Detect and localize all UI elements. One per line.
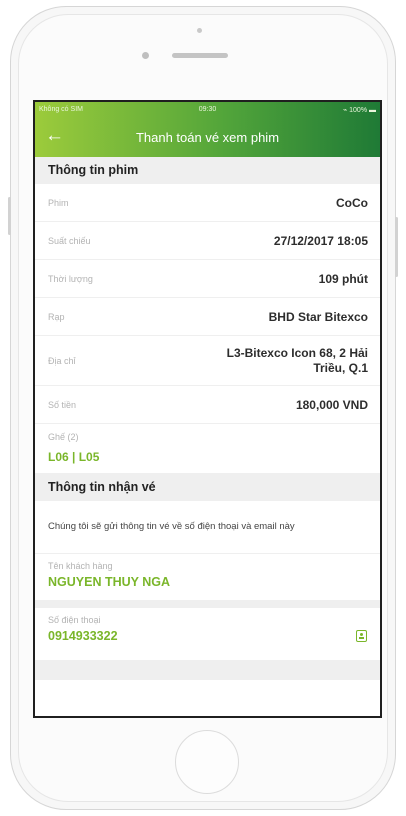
row-value: 109 phút	[318, 271, 368, 286]
customer-name-field[interactable]: Tên khách hàng NGUYEN THUY NGA	[35, 554, 380, 600]
top-bar: Không có SIM 09:30 ⌁ 100% ▬ ← Thanh toán…	[35, 102, 380, 157]
camera-icon	[197, 28, 202, 33]
row-movie: Phim CoCo	[35, 184, 380, 222]
row-value: BHD Star Bitexco	[268, 309, 368, 324]
status-time: 09:30	[198, 106, 217, 113]
row-label: Địa chỉ	[48, 355, 76, 366]
status-bar: Không có SIM 09:30 ⌁ 100% ▬	[35, 106, 380, 118]
bottom-spacer	[35, 660, 380, 680]
battery-text: ⌁ 100% ▬	[342, 107, 376, 114]
row-amount: Số tiền 180,000 VND	[35, 386, 380, 424]
battery-percent: 100%	[349, 107, 368, 114]
row-label: Suất chiếu	[48, 235, 91, 246]
row-value: L3-Bitexco Icon 68, 2 Hải Triều, Q.1	[227, 346, 368, 376]
customer-name-label: Tên khách hàng	[48, 561, 113, 571]
row-seats: Ghế (2) L06 | L05	[35, 424, 380, 474]
row-label: Thời lượng	[48, 273, 93, 284]
seats-value: L06 | L05	[48, 450, 100, 464]
phone-field[interactable]: Số điện thoại 0914933322	[35, 608, 380, 660]
row-address: Địa chỉ L3-Bitexco Icon 68, 2 Hải Triều,…	[35, 336, 380, 386]
side-button-right	[395, 217, 398, 277]
address-line-2: Triều, Q.1	[313, 360, 368, 375]
page-title: Thanh toán vé xem phim	[135, 130, 280, 145]
side-button-left	[8, 197, 11, 235]
row-label: Số tiền	[48, 399, 77, 410]
row-value: 27/12/2017 18:05	[273, 233, 368, 248]
row-label: Phim	[48, 197, 69, 208]
contact-book-icon[interactable]	[356, 630, 367, 642]
speaker-grille	[172, 53, 228, 58]
seats-label: Ghế (2)	[48, 432, 79, 442]
row-value: 180,000 VND	[295, 397, 368, 412]
divider	[35, 600, 380, 608]
row-cinema: Rạp BHD Star Bitexco	[35, 298, 380, 336]
row-duration: Thời lượng 109 phút	[35, 260, 380, 298]
row-showtime: Suất chiếu 27/12/2017 18:05	[35, 222, 380, 260]
address-line-1: L3-Bitexco Icon 68, 2 Hải	[226, 345, 368, 360]
movie-info-header: Thông tin phim	[35, 157, 380, 184]
row-value: CoCo	[336, 195, 368, 210]
home-button[interactable]	[175, 730, 239, 794]
ticket-receive-header: Thông tin nhận vé	[35, 474, 380, 501]
customer-name-value: NGUYEN THUY NGA	[48, 575, 171, 589]
phone-label: Số điện thoại	[48, 615, 101, 625]
app-screen: Không có SIM 09:30 ⌁ 100% ▬ ← Thanh toán…	[33, 100, 382, 718]
front-sensor-icon	[142, 52, 149, 59]
receive-note: Chúng tôi sẽ gửi thông tin vé về số điện…	[35, 501, 380, 554]
row-label: Rạp	[48, 311, 65, 322]
phone-value: 0914933322	[48, 629, 118, 643]
